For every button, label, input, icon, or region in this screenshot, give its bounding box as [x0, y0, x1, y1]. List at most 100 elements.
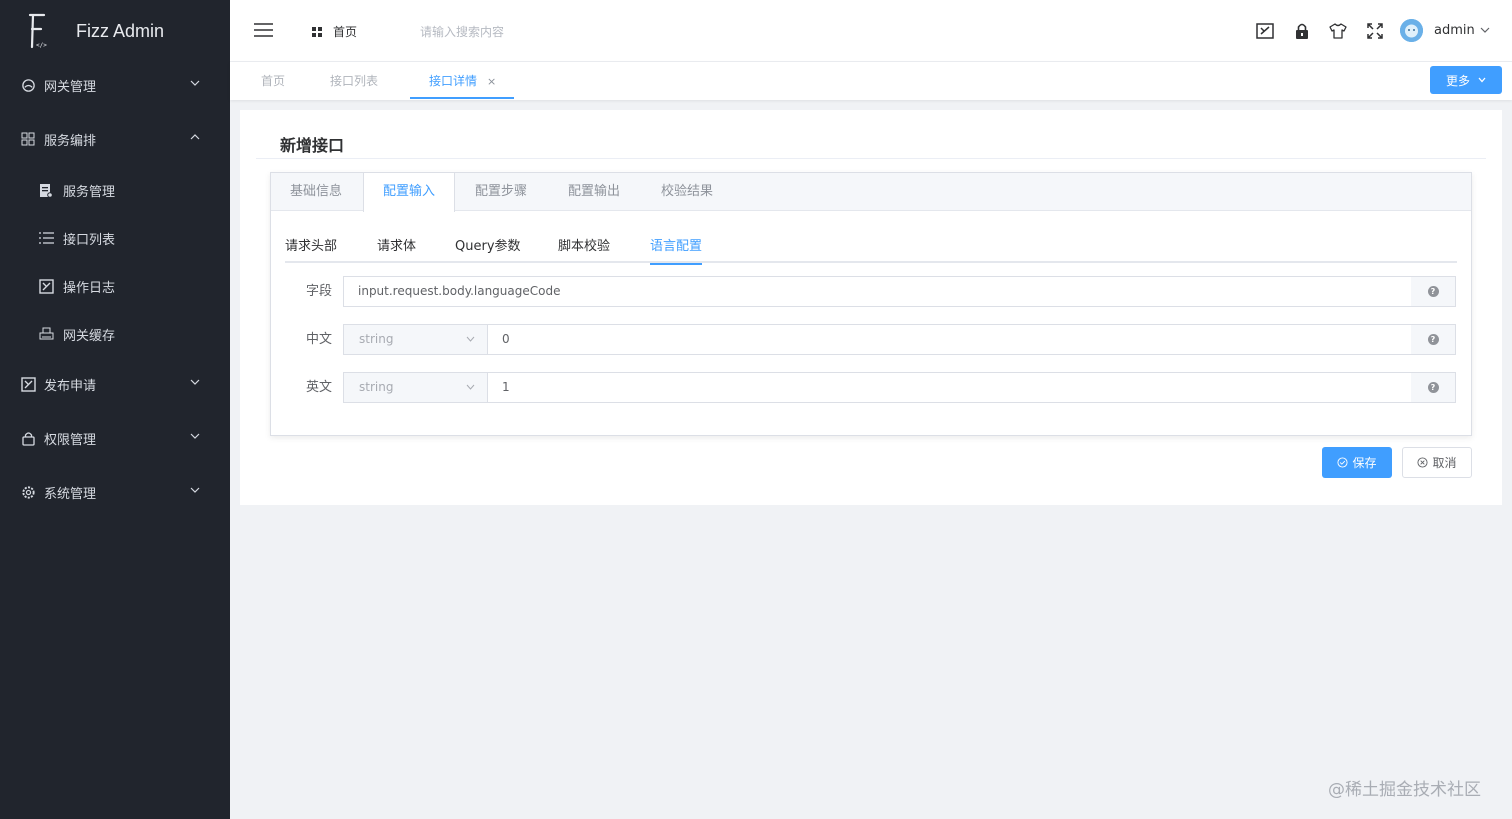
chevron-down-icon — [190, 379, 200, 385]
title-divider — [256, 158, 1486, 159]
close-icon[interactable]: × — [487, 75, 496, 88]
subtab-query-params[interactable]: Query参数 — [455, 235, 521, 263]
menu-label: 服务编排 — [44, 133, 97, 149]
avatar[interactable] — [1400, 19, 1423, 42]
subtab-request-body[interactable]: 请求体 — [377, 235, 416, 263]
chevron-down-icon — [466, 384, 475, 390]
sidebar-item-label: 服务管理 — [63, 184, 116, 200]
breadcrumb[interactable]: 首页 — [312, 23, 357, 40]
svg-text:</>: </> — [36, 42, 47, 49]
subtab-script-validation[interactable]: 脚本校验 — [558, 235, 610, 263]
doc-icon — [38, 182, 54, 198]
sidebar-item-operation-log[interactable]: 操作日志 — [0, 264, 230, 308]
chevron-down-icon — [190, 80, 200, 86]
cancel-label: 取消 — [1432, 456, 1457, 470]
menu-publish-request[interactable]: 发布申请 — [0, 360, 230, 408]
menu-label: 系统管理 — [44, 486, 97, 502]
more-label: 更多 — [1445, 73, 1470, 88]
main-card: 新增接口 基础信息 配置输入 配置步骤 配置输出 校验结果 请求头部 请求体 Q… — [240, 110, 1502, 505]
form-row-english: 英文 string 1 ? — [285, 372, 1457, 403]
english-label: 英文 — [305, 380, 332, 395]
tabs-header: 基础信息 配置输入 配置步骤 配置输出 校验结果 — [271, 173, 1471, 212]
top-header: 首页 admin — [230, 0, 1512, 62]
edit-icon — [20, 376, 36, 392]
sidebar: </> Fizz Admin 网关管理 服务编排 服务管理 接口列表 操作日志 … — [0, 0, 230, 819]
tab-validation-result[interactable]: 校验结果 — [642, 173, 732, 211]
sidebar-item-service-management[interactable]: 服务管理 — [0, 168, 230, 212]
lock-icon[interactable] — [1293, 22, 1311, 40]
app-title: Fizz Admin — [76, 20, 165, 41]
question-icon: ? — [1427, 286, 1439, 297]
tag-label: 接口详情 — [429, 74, 478, 88]
english-value-input[interactable]: 1 — [487, 372, 1412, 403]
list-icon — [38, 230, 54, 246]
sidebar-item-gateway-cache[interactable]: 网关缓存 — [0, 312, 230, 356]
help-button[interactable]: ? — [1411, 372, 1456, 403]
menu-label: 权限管理 — [44, 432, 97, 448]
sidebar-item-label: 网关缓存 — [63, 328, 116, 344]
theme-icon[interactable] — [1329, 22, 1347, 40]
hamburger-icon[interactable] — [254, 22, 273, 38]
tab-basic-info[interactable]: 基础信息 — [271, 173, 361, 211]
fizz-logo-icon: </> — [28, 13, 47, 49]
subtabs: 请求头部 请求体 Query参数 脚本校验 语言配置 — [285, 225, 1457, 265]
menu-service-orchestration[interactable]: 服务编排 — [0, 115, 230, 163]
log-icon — [38, 278, 54, 294]
page-title: 新增接口 — [280, 136, 345, 155]
cancel-button[interactable]: 取消 — [1402, 447, 1472, 478]
tab-config-steps[interactable]: 配置步骤 — [456, 173, 546, 211]
type-select[interactable]: string — [343, 372, 488, 403]
chinese-label: 中文 — [305, 332, 332, 347]
help-button[interactable]: ? — [1411, 276, 1456, 307]
help-button[interactable]: ? — [1411, 324, 1456, 355]
menu-label: 发布申请 — [44, 378, 97, 394]
tag-api-list[interactable]: 接口列表 — [330, 62, 378, 99]
subtab-language-config[interactable]: 语言配置 — [650, 235, 703, 265]
chevron-down-icon[interactable] — [1480, 26, 1490, 34]
menu-system[interactable]: 系统管理 — [0, 468, 230, 516]
sidebar-item-label: 操作日志 — [63, 280, 116, 296]
chinese-value-input[interactable]: 0 — [487, 324, 1412, 355]
close-circle-icon — [1417, 457, 1429, 468]
chevron-down-icon — [190, 487, 200, 493]
watermark: @稀土掘金技术社区 — [1328, 780, 1481, 800]
tag-home[interactable]: 首页 — [261, 62, 285, 99]
fullscreen-icon[interactable] — [1366, 22, 1384, 40]
chevron-down-icon — [190, 433, 200, 439]
user-name[interactable]: admin — [1434, 23, 1475, 38]
menu-gateway[interactable]: 网关管理 — [0, 61, 230, 109]
apps-icon — [312, 26, 322, 37]
chevron-down-icon — [466, 336, 475, 342]
menu-permission[interactable]: 权限管理 — [0, 414, 230, 462]
screenshot-icon[interactable] — [1256, 22, 1274, 40]
save-label: 保存 — [1352, 456, 1377, 470]
tab-config-input[interactable]: 配置输入 — [363, 173, 456, 212]
check-circle-icon — [1337, 457, 1349, 468]
chevron-down-icon — [1478, 77, 1486, 83]
search-input[interactable] — [420, 22, 590, 42]
logo[interactable]: </> Fizz Admin — [0, 0, 230, 62]
save-button[interactable]: 保存 — [1322, 447, 1392, 478]
more-button[interactable]: 更多 — [1430, 66, 1502, 94]
form-row-chinese: 中文 string 0 ? — [285, 324, 1457, 355]
field-input[interactable]: input.request.body.languageCode — [343, 276, 1412, 307]
tab-config-output[interactable]: 配置输出 — [549, 173, 639, 211]
tag-api-detail[interactable]: 接口详情 × — [410, 62, 515, 99]
sidebar-item-api-list[interactable]: 接口列表 — [0, 216, 230, 260]
subtab-request-headers[interactable]: 请求头部 — [285, 235, 337, 263]
field-label: 字段 — [305, 284, 332, 299]
printer-icon — [38, 326, 54, 342]
cloud-icon — [20, 77, 36, 93]
menu-label: 网关管理 — [44, 79, 97, 95]
question-icon: ? — [1427, 382, 1439, 393]
gear-icon — [20, 484, 36, 500]
breadcrumb-home: 首页 — [333, 25, 358, 39]
sidebar-item-label: 接口列表 — [63, 232, 116, 248]
grid-icon — [20, 131, 36, 147]
config-tabs: 基础信息 配置输入 配置步骤 配置输出 校验结果 请求头部 请求体 Query参… — [270, 172, 1472, 436]
type-select[interactable]: string — [343, 324, 488, 355]
type-select-value: string — [359, 380, 394, 394]
chevron-up-icon — [190, 134, 200, 140]
form-row-field: 字段 input.request.body.languageCode ? — [285, 276, 1457, 307]
lock-icon — [20, 430, 36, 446]
